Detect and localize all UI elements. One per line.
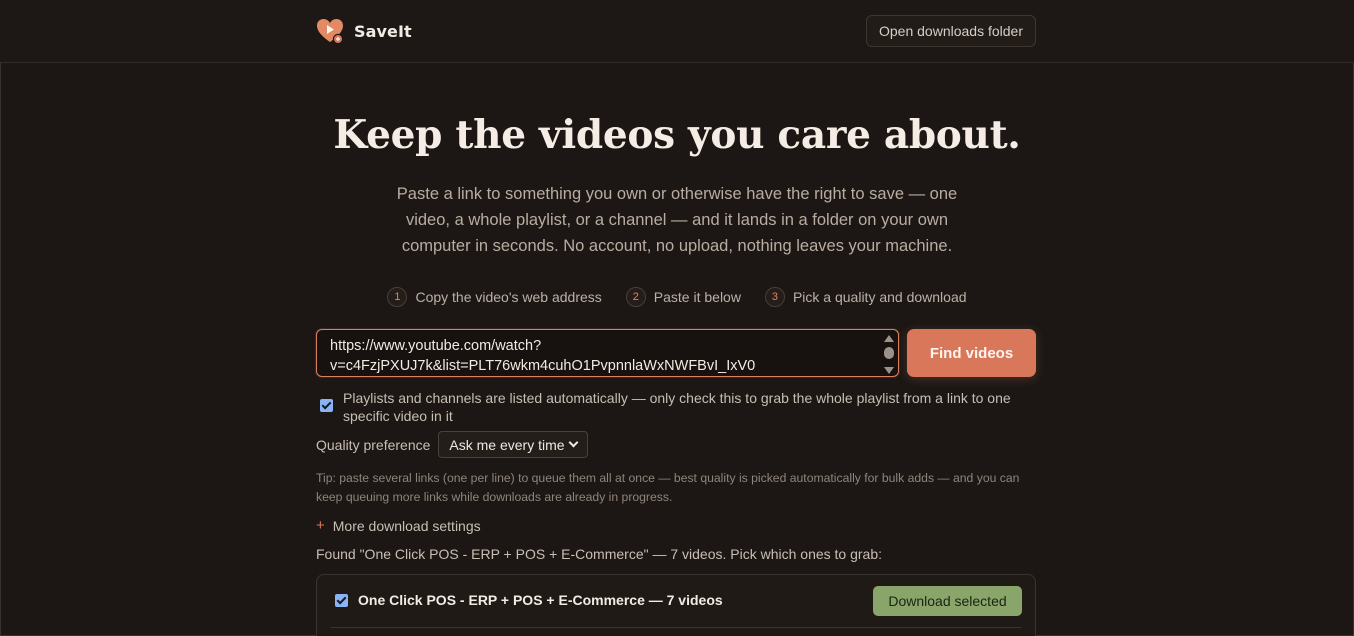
playlist-checkbox[interactable] (320, 399, 333, 412)
step-number: 2 (625, 287, 646, 307)
results-group-title: One Click POS - ERP + POS + E-Commerce —… (358, 592, 723, 608)
open-downloads-folder-button[interactable]: Open downloads folder (866, 15, 1036, 47)
quality-label: Quality preference (316, 436, 431, 453)
heart-play-logo-icon (316, 17, 344, 45)
results-group-header[interactable]: One Click POS - ERP + POS + E-Commerce —… (335, 592, 723, 608)
find-videos-button[interactable]: Find videos (907, 329, 1036, 377)
scroll-up-arrow-icon[interactable] (884, 335, 894, 342)
divider (331, 627, 1021, 628)
scroll-down-arrow-icon[interactable] (884, 367, 894, 374)
playlist-option-label: Playlists and channels are listed automa… (343, 390, 1011, 424)
bulk-tip: Tip: paste several links (one per line) … (316, 471, 1020, 504)
chevron-down-icon (568, 437, 579, 448)
more-settings-label: More download settings (332, 517, 481, 534)
step-number: 3 (764, 287, 785, 307)
app-header: SaveIt Open downloads folder (0, 0, 1354, 63)
step-number: 1 (387, 287, 408, 307)
brand-name: SaveIt (354, 21, 412, 41)
url-input[interactable]: https://www.youtube.com/watch?v=c4FzjPXU… (330, 336, 880, 374)
results-card: One Click POS - ERP + POS + E-Commerce —… (316, 574, 1036, 636)
steps-list: 1 Copy the video's web address 2 Paste i… (0, 287, 1354, 307)
step-1: 1 Copy the video's web address (387, 287, 602, 307)
playlist-option[interactable]: Playlists and channels are listed automa… (320, 389, 1020, 425)
brand[interactable]: SaveIt (316, 17, 412, 45)
window-frame (0, 0, 1354, 636)
scroll-thumb[interactable] (884, 347, 894, 359)
more-settings-toggle[interactable]: + More download settings (316, 517, 481, 534)
plus-icon: + (316, 517, 325, 534)
textarea-scrollbar[interactable] (884, 334, 894, 374)
found-summary: Found "One Click POS - ERP + POS + E-Com… (316, 546, 883, 562)
step-3: 3 Pick a quality and download (764, 287, 967, 307)
quality-selected-value: Ask me every time (449, 436, 565, 453)
step-label: Copy the video's web address (415, 289, 602, 305)
step-label: Paste it below (653, 289, 741, 305)
step-2: 2 Paste it below (625, 287, 741, 307)
download-selected-button[interactable]: Download selected (873, 586, 1022, 616)
step-label: Pick a quality and download (792, 289, 967, 305)
hero-title: Keep the videos you care about. (333, 112, 1021, 158)
hero-subtitle: Paste a link to something you own or oth… (396, 185, 958, 255)
quality-select[interactable]: Ask me every time (438, 431, 589, 458)
select-all-checkbox[interactable] (335, 593, 348, 607)
quality-row: Quality preference Ask me every time (316, 431, 589, 458)
url-input-wrapper: https://www.youtube.com/watch?v=c4FzjPXU… (316, 329, 899, 377)
